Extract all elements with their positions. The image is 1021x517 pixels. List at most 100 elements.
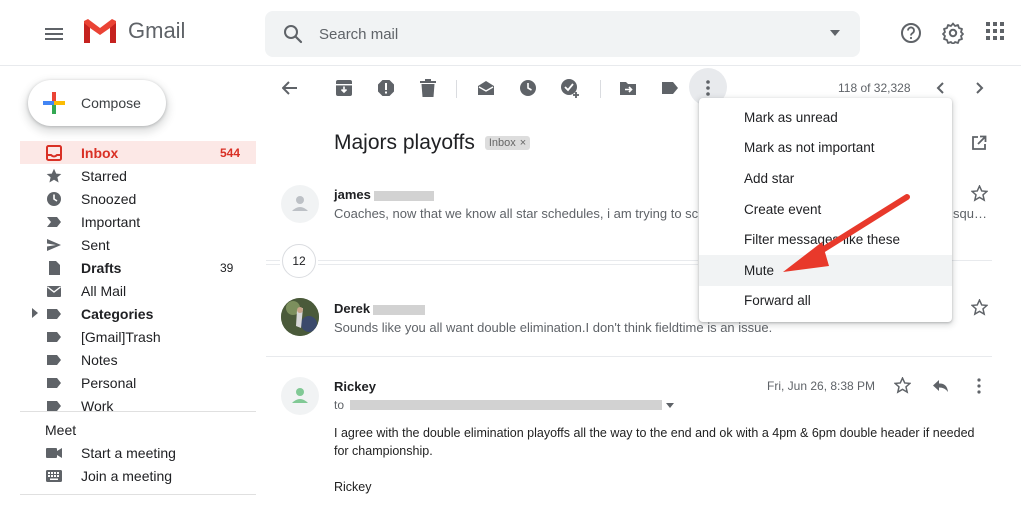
sidebar-divider xyxy=(20,494,256,495)
message-sender[interactable]: Derek xyxy=(334,301,426,316)
more-options-menu: Mark as unread Mark as not important Add… xyxy=(699,98,952,322)
move-to-button[interactable] xyxy=(618,78,638,98)
sidebar-nav: Inbox 544 Starred Snoozed Important Sent… xyxy=(0,141,256,411)
open-in-new-window-icon[interactable] xyxy=(971,135,987,151)
compose-label: Compose xyxy=(81,95,141,111)
pagination-count: 118 of 32,328 xyxy=(838,81,911,95)
settings-icon[interactable] xyxy=(942,22,964,44)
help-icon[interactable] xyxy=(900,22,922,44)
menu-item-mark-not-important[interactable]: Mark as not important xyxy=(699,133,952,164)
label-icon xyxy=(47,355,61,365)
sidebar-item-drafts[interactable]: Drafts 39 xyxy=(0,256,256,279)
star-icon[interactable] xyxy=(971,185,988,202)
message-body-line: I agree with the double elimination play… xyxy=(334,426,975,440)
newer-button[interactable] xyxy=(930,78,950,98)
sidebar-item-notes[interactable]: Notes xyxy=(0,348,256,371)
message-date: Fri, Jun 26, 8:38 PM xyxy=(767,379,876,393)
remove-label-icon[interactable]: × xyxy=(520,137,526,149)
compose-button[interactable]: Compose xyxy=(28,80,166,126)
gmail-logo[interactable]: Gmail xyxy=(82,17,185,45)
draft-icon xyxy=(49,261,60,275)
person-icon xyxy=(292,388,308,403)
chevron-down-icon[interactable] xyxy=(666,402,675,408)
star-icon[interactable] xyxy=(894,377,911,394)
sidebar-item-categories[interactable]: Categories xyxy=(0,302,256,325)
start-meeting-label: Start a meeting xyxy=(81,445,176,461)
search-bar[interactable] xyxy=(265,11,860,57)
star-icon[interactable] xyxy=(971,299,988,316)
sidebar-item-label: Snoozed xyxy=(81,190,137,207)
search-input[interactable] xyxy=(319,11,799,57)
sidebar-item-important[interactable]: Important xyxy=(0,210,256,233)
avatar xyxy=(281,185,319,223)
menu-item-mark-unread[interactable]: Mark as unread xyxy=(699,102,952,133)
menu-item-add-star[interactable]: Add star xyxy=(699,163,952,194)
inbox-label-badge[interactable]: Inbox × xyxy=(484,136,531,150)
main-menu-button[interactable] xyxy=(38,18,70,50)
more-button-dots[interactable] xyxy=(698,78,718,98)
collapsed-divider xyxy=(266,264,280,265)
message-sender[interactable]: Rickey xyxy=(334,379,376,394)
sidebar-item-starred[interactable]: Starred xyxy=(0,164,256,187)
menu-item-filter-messages[interactable]: Filter messages like these xyxy=(699,224,952,255)
avatar xyxy=(281,298,319,336)
compose-plus-icon xyxy=(43,92,65,114)
report-spam-button[interactable] xyxy=(376,78,396,98)
add-task-icon xyxy=(561,79,579,98)
message-body-line: for championship. xyxy=(334,444,433,458)
message-snippet[interactable]: Coaches, now that we know all star sched… xyxy=(334,206,698,221)
label-icon xyxy=(47,332,61,342)
to-prefix: to xyxy=(334,398,345,412)
toolbar-divider xyxy=(456,80,457,98)
menu-item-mute[interactable]: Mute xyxy=(699,254,952,286)
collapsed-divider xyxy=(266,260,280,261)
collapsed-divider xyxy=(318,260,698,261)
search-icon[interactable] xyxy=(283,24,303,44)
mark-unread-icon xyxy=(478,81,494,95)
recipients-line[interactable]: to xyxy=(334,398,675,412)
reply-icon[interactable] xyxy=(932,379,949,393)
delete-icon xyxy=(420,79,436,97)
sidebar-item-sent[interactable]: Sent xyxy=(0,233,256,256)
add-task-button[interactable] xyxy=(560,78,580,98)
sidebar-item-personal[interactable]: Personal xyxy=(0,371,256,394)
inbox-icon xyxy=(46,145,62,161)
mark-unread-button[interactable] xyxy=(476,78,496,98)
delete-button[interactable] xyxy=(418,78,438,98)
gmail-m-icon xyxy=(84,19,116,43)
sidebar-item-label: Notes xyxy=(81,351,118,368)
back-icon xyxy=(282,81,297,95)
sidebar-item-work[interactable]: Work xyxy=(0,394,256,411)
redacted-text xyxy=(350,400,663,410)
expand-caret-icon[interactable] xyxy=(32,308,38,318)
sidebar-item-inbox[interactable]: Inbox 544 xyxy=(20,141,256,164)
more-vert-icon[interactable] xyxy=(977,378,981,394)
menu-item-create-event[interactable]: Create event xyxy=(699,194,952,225)
sidebar-item-all-mail[interactable]: All Mail xyxy=(0,279,256,302)
join-meeting-item[interactable]: Join a meeting xyxy=(46,468,172,484)
apps-icon[interactable] xyxy=(986,22,1004,40)
redacted-text xyxy=(373,304,426,315)
menu-item-forward-all[interactable]: Forward all xyxy=(699,286,952,317)
message-sender[interactable]: james xyxy=(334,187,434,202)
archive-button[interactable] xyxy=(334,78,354,98)
labels-icon xyxy=(662,82,678,94)
avatar xyxy=(281,377,319,415)
older-button[interactable] xyxy=(970,78,990,98)
keyboard-icon xyxy=(46,470,62,482)
collapsed-divider xyxy=(318,264,698,265)
label-icon xyxy=(47,309,61,319)
snooze-button[interactable] xyxy=(518,78,538,98)
collapsed-messages-count[interactable]: 12 xyxy=(282,244,316,278)
video-camera-icon xyxy=(46,448,62,458)
start-meeting-item[interactable]: Start a meeting xyxy=(46,445,176,461)
message-snippet[interactable]: Sounds like you all want double eliminat… xyxy=(334,320,774,335)
collapsed-divider xyxy=(952,260,992,261)
sidebar-item-snoozed[interactable]: Snoozed xyxy=(0,187,256,210)
back-button[interactable] xyxy=(280,78,300,98)
search-options-dropdown-icon[interactable] xyxy=(830,30,840,36)
sidebar-item-trash[interactable]: [Gmail]Trash xyxy=(0,325,256,348)
labels-button[interactable] xyxy=(660,78,680,98)
meet-section-title: Meet xyxy=(45,422,77,438)
thread-subject: Majors playoffs xyxy=(334,131,475,154)
